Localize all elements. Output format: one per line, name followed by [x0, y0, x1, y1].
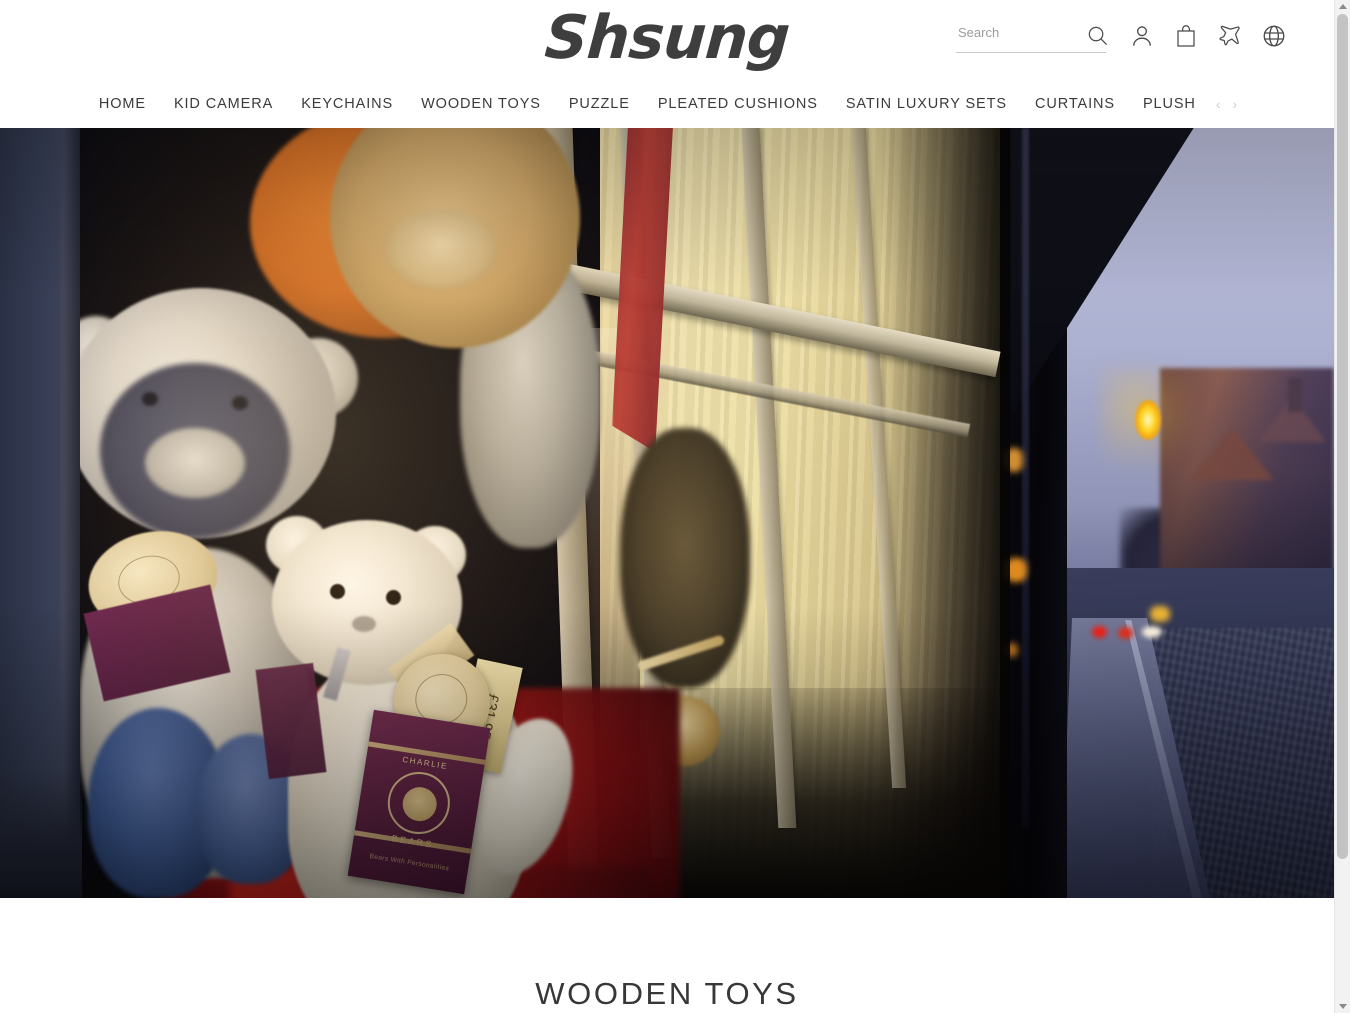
plush-bear-tan-muzzle	[386, 208, 496, 288]
charlie-bears-tag-tagline: Bears With Personalities	[369, 852, 450, 873]
plush-bear-gray-eye	[232, 396, 248, 410]
hang-tag-purple-secondary	[255, 662, 327, 780]
scrollbar-up-arrow-icon[interactable]	[1335, 0, 1350, 13]
nav-scroll-next-icon[interactable]: ›	[1226, 80, 1243, 128]
nav-item-plush[interactable]: PLUSH	[1129, 80, 1210, 128]
shipping-plane-icon[interactable]	[1208, 16, 1252, 56]
plush-bear-white-nose	[352, 616, 376, 632]
category-section: WOODEN TOYS	[0, 898, 1334, 1012]
nav-item-curtains[interactable]: CURTAINS	[1021, 80, 1129, 128]
hero-banner[interactable]: £31.95 CHARLIE BEARS Bears With Personal…	[0, 128, 1334, 898]
page-root: Shsung Search HOME KID CAMERA KEYCHAINS …	[0, 0, 1350, 1013]
header-tools	[956, 16, 1296, 56]
main-navigation: HOME KID CAMERA KEYCHAINS WOODEN TOYS PU…	[0, 80, 1334, 128]
plush-bear-white-eye	[386, 590, 401, 605]
section-title: WOODEN TOYS	[535, 976, 799, 1011]
chimney	[1288, 378, 1302, 412]
shopfront-edge-secondary	[1022, 128, 1029, 828]
search-field-wrapper	[956, 16, 1109, 56]
scrollbar-down-arrow-icon[interactable]	[1335, 1000, 1350, 1013]
nav-scroll-prev-icon[interactable]: ‹	[1210, 80, 1227, 128]
streetlamp	[1135, 400, 1161, 440]
plush-bear-gray-muzzle	[145, 428, 245, 498]
hero-image: £31.95 CHARLIE BEARS Bears With Personal…	[0, 128, 1334, 898]
search-input[interactable]	[956, 25, 1086, 46]
account-icon[interactable]	[1120, 16, 1164, 56]
search-icon[interactable]	[1086, 16, 1109, 56]
nav-item-home[interactable]: HOME	[85, 80, 160, 128]
window-light	[1150, 606, 1170, 622]
page-scrollbar[interactable]	[1334, 0, 1350, 1013]
nav-item-pleated-cushions[interactable]: PLEATED CUSHIONS	[644, 80, 832, 128]
nav-item-satin-luxury-sets[interactable]: SATIN LUXURY SETS	[832, 80, 1021, 128]
site-header: Shsung	[0, 0, 1334, 80]
plush-bear-white-eye	[330, 584, 345, 599]
charlie-bears-tag-logo-face	[400, 784, 440, 824]
language-globe-icon[interactable]	[1252, 16, 1296, 56]
scrollbar-thumb[interactable]	[1337, 14, 1348, 859]
nav-item-wooden-toys[interactable]: WOODEN TOYS	[407, 80, 555, 128]
browser-viewport: Shsung Search HOME KID CAMERA KEYCHAINS …	[0, 0, 1334, 1013]
nav-item-kid-camera[interactable]: KID CAMERA	[160, 80, 287, 128]
cart-icon[interactable]	[1164, 16, 1208, 56]
nav-item-keychains[interactable]: KEYCHAINS	[287, 80, 407, 128]
window-left-pillar-base	[0, 768, 82, 898]
plush-bear-gray-eye	[142, 392, 158, 406]
nav-item-puzzle[interactable]: PUZZLE	[555, 80, 644, 128]
charlie-bears-tag-logo	[383, 767, 455, 839]
